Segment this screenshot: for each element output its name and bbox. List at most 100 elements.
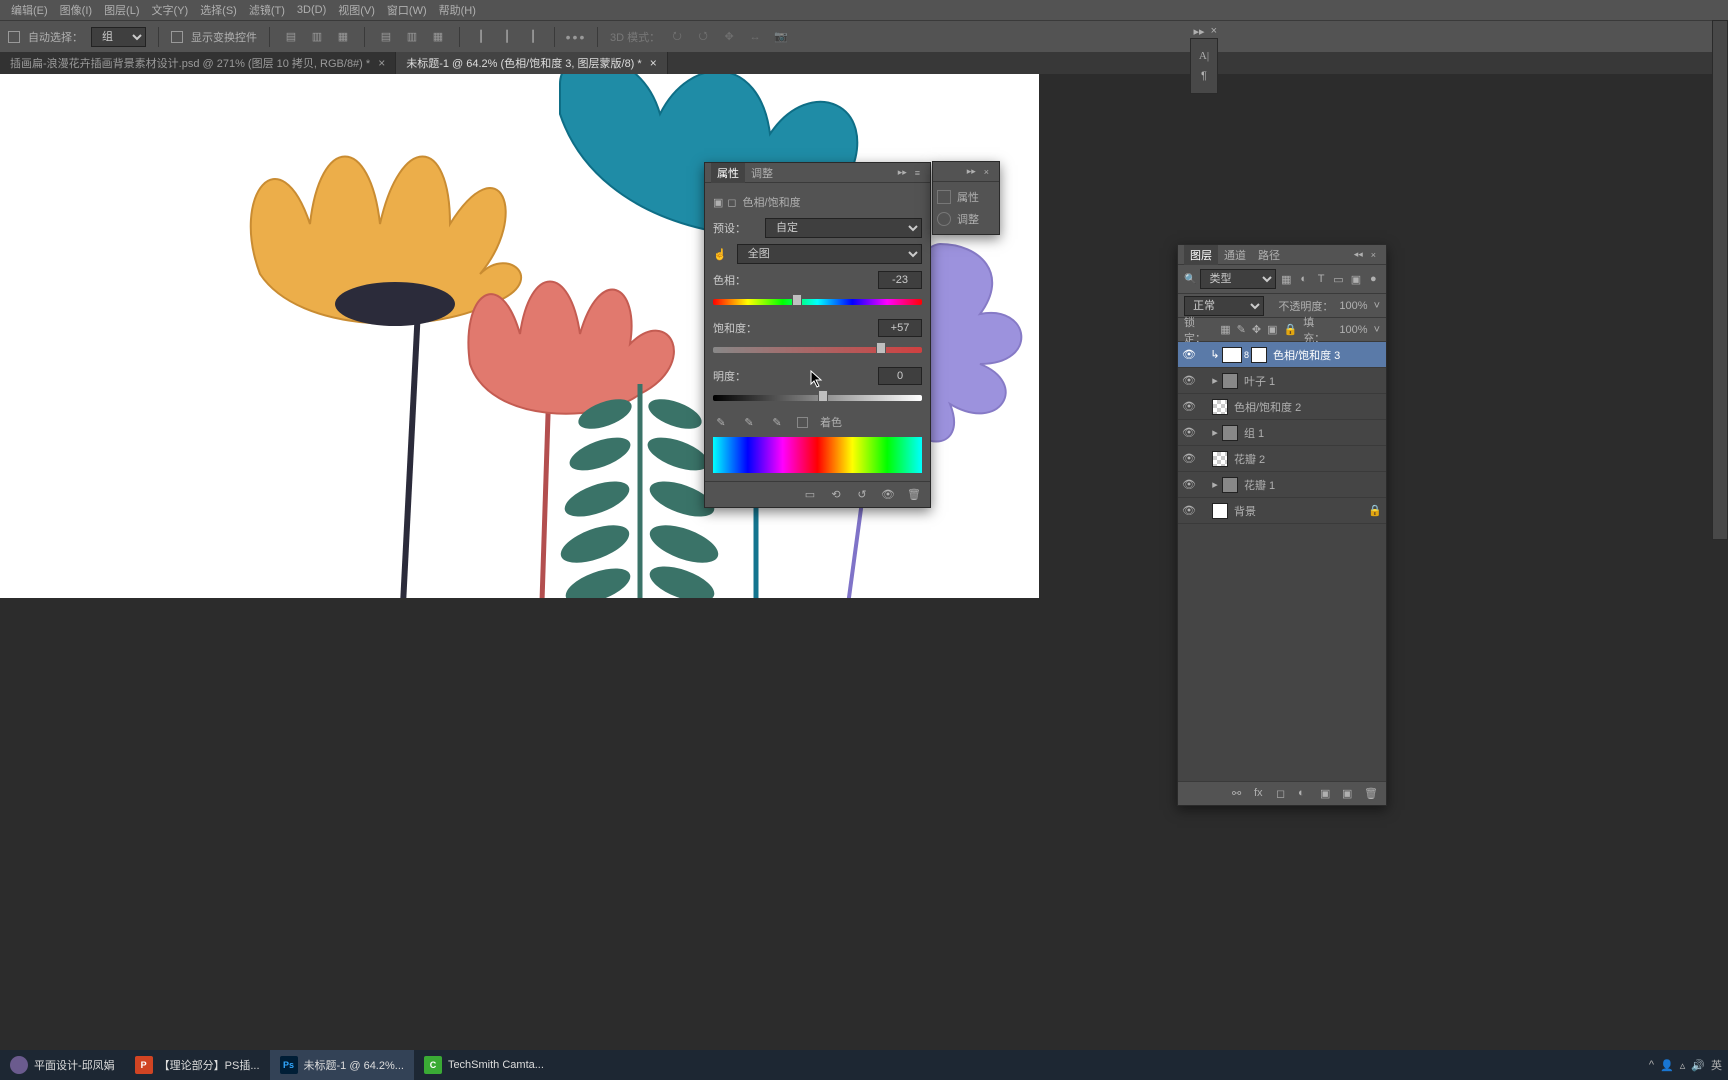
visibility-icon[interactable]: 👁 [1178,504,1200,517]
eyedropper-plus-icon[interactable]: ✎ [741,414,757,430]
hue-value[interactable] [878,271,922,289]
tab-properties[interactable]: 属性 [711,163,745,183]
layer-name[interactable]: 花瓣 1 [1240,477,1380,493]
visibility-icon[interactable]: 👁 [880,487,896,503]
filter-pixel-icon[interactable]: ▦ [1280,272,1293,286]
paragraph-icon[interactable]: ¶ [1201,70,1207,82]
taskbar-camtasia[interactable]: C TechSmith Camta... [414,1050,554,1080]
layer-mask[interactable] [1251,347,1267,363]
taskbar-user[interactable]: 平面设计-邱凤娟 [0,1050,125,1080]
mini-panel-header[interactable]: ▸▸ × [933,162,999,182]
mask-icon[interactable]: ◻ [1276,787,1290,801]
link-icon[interactable]: ⚯ [1232,787,1246,801]
menu-image[interactable]: 图像(I) [54,2,98,18]
layers-panel[interactable]: 图层 通道 路径 ◂◂ × 🔍 类型 ▦ ◐ T ▭ ▣ ● 正常 不透明度： … [1177,244,1387,806]
filter-shape-icon[interactable]: ▭ [1332,272,1345,286]
tray-ime[interactable]: 英 [1711,1057,1722,1073]
range-select[interactable]: 全图 [737,244,922,264]
tray-chevron-icon[interactable]: ^ [1649,1059,1654,1071]
tab-paths[interactable]: 路径 [1252,245,1286,265]
colorize-checkbox[interactable] [797,417,808,428]
layer-petal-1[interactable]: 👁 ▸ 花瓣 1 [1178,472,1386,498]
right-side-strip[interactable] [1712,20,1728,540]
distribute-3-icon[interactable]: ┃ [524,28,542,46]
layer-name[interactable]: 色相/饱和度 3 [1269,347,1380,363]
align-right-icon[interactable]: ▦ [334,28,352,46]
saturation-value[interactable] [878,319,922,337]
menu-type[interactable]: 文字(Y) [146,2,195,18]
align-center-h-icon[interactable]: ▥ [308,28,326,46]
align-left-icon[interactable]: ▤ [282,28,300,46]
fx-icon[interactable]: fx [1254,787,1268,801]
layer-thumb[interactable] [1212,399,1228,415]
visibility-icon[interactable]: 👁 [1178,426,1200,439]
opacity-value[interactable]: 100% [1339,300,1367,312]
show-transform-checkbox[interactable] [171,31,183,43]
lightness-slider[interactable] [713,391,922,405]
menu-select[interactable]: 选择(S) [194,2,243,18]
expand-icon[interactable]: ▸ [1210,374,1220,387]
lock-artboard-icon[interactable]: ▣ [1267,323,1277,336]
layer-hue-sat-3[interactable]: 👁 ↳ ▣‎8 色相/饱和度 3 [1178,342,1386,368]
filter-adjust-icon[interactable]: ◐ [1297,272,1310,286]
menu-window[interactable]: 窗口(W) [381,2,433,18]
chevron-down-icon[interactable]: ˅ [1374,300,1380,312]
tray-people-icon[interactable]: 👤 [1660,1059,1674,1072]
menu-edit[interactable]: 编辑(E) [5,2,54,18]
mini-properties-row[interactable]: 属性 [937,186,995,208]
trash-icon[interactable]: 🗑 [1364,787,1378,801]
doc-tab-0[interactable]: 插画扁-浪漫花卉插画背景素材设计.psd @ 271% (图层 10 拷贝, R… [0,52,396,74]
visibility-icon[interactable]: 👁 [1178,478,1200,491]
align-bottom-icon[interactable]: ▦ [429,28,447,46]
layer-name[interactable]: 叶子 1 [1240,373,1380,389]
hue-range-strip-top[interactable] [713,437,922,455]
doc-tab-1[interactable]: 未标题-1 @ 64.2% (色相/饱和度 3, 图层蒙版/8) * × [396,52,668,74]
layer-thumb[interactable] [1212,503,1228,519]
menu-icon[interactable]: ≡ [911,168,924,178]
layer-leaf-1[interactable]: 👁 ▸ 叶子 1 [1178,368,1386,394]
align-center-v-icon[interactable]: ▥ [403,28,421,46]
character-strip[interactable]: ▸▸× A| ¶ [1190,38,1218,94]
auto-select-type[interactable]: 组 [91,27,146,47]
preset-select[interactable]: 自定 [765,218,922,238]
filter-smart-icon[interactable]: ▣ [1349,272,1362,286]
layer-name[interactable]: 组 1 [1240,425,1380,441]
properties-panel[interactable]: 属性 调整 ▸▸ ≡ ▣ ◻ 色相/饱和度 预设： 自定 ☝ 全图 色相： 饱和… [704,162,931,508]
tray-volume-icon[interactable]: 🔊 [1691,1059,1705,1072]
layer-hue-sat-2[interactable]: 👁 色相/饱和度 2 [1178,394,1386,420]
fill-value[interactable]: 100% [1339,324,1367,336]
expand-icon[interactable]: ▸ [1210,478,1220,491]
filter-toggle-icon[interactable]: ● [1367,272,1380,286]
close-icon[interactable]: × [1367,250,1380,260]
visibility-icon[interactable]: 👁 [1178,400,1200,413]
distribute-h-icon[interactable]: ┃ [472,28,490,46]
finger-icon[interactable]: ☝ [713,248,727,261]
new-layer-icon[interactable]: ▣ [1342,787,1356,801]
menu-layer[interactable]: 图层(L) [98,2,145,18]
visibility-icon[interactable]: 👁 [1178,452,1200,465]
tab-channels[interactable]: 通道 [1218,245,1252,265]
layer-name[interactable]: 背景 [1230,503,1368,519]
clip-icon[interactable]: ▭ [802,487,818,503]
menu-filter[interactable]: 滤镜(T) [243,2,291,18]
filter-type-icon[interactable]: T [1314,272,1327,286]
character-icon[interactable]: A| [1199,50,1209,62]
properties-panel-header[interactable]: 属性 调整 ▸▸ ≡ [705,163,930,183]
layer-background[interactable]: 👁 背景 🔒 [1178,498,1386,524]
trash-icon[interactable]: 🗑 [906,487,922,503]
collapse-icon[interactable]: ▸▸ [894,167,911,178]
lock-pixel-icon[interactable]: ✎ [1237,323,1246,336]
close-icon[interactable]: × [980,167,993,177]
layers-panel-header[interactable]: 图层 通道 路径 ◂◂ × [1178,245,1386,265]
tray-network-icon[interactable]: ▵ [1680,1059,1686,1072]
visibility-icon[interactable]: 👁 [1178,348,1200,361]
expand-icon[interactable]: ▸ [1210,426,1220,439]
distribute-v-icon[interactable]: ┃ [498,28,516,46]
lock-pos-icon[interactable]: ✥ [1252,323,1261,336]
mini-adjust-row[interactable]: 调整 [937,208,995,230]
lightness-value[interactable] [878,367,922,385]
search-icon[interactable]: 🔍 [1184,274,1196,285]
layer-thumb[interactable]: ▣ [1222,347,1242,363]
collapse-icon[interactable]: ▸▸ [963,166,980,177]
lock-all-icon[interactable]: 🔒 [1283,323,1297,336]
